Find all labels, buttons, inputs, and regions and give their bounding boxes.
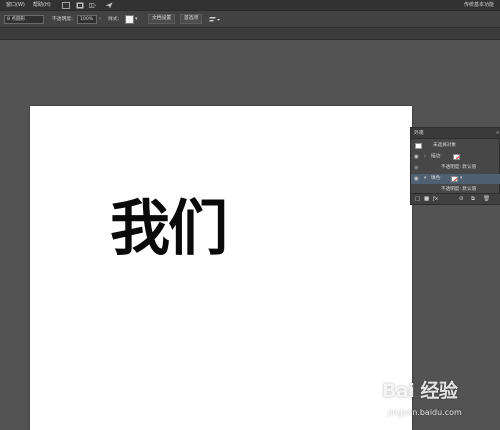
row-label: 填色: — [431, 176, 442, 181]
panel-footer: □ ■ ƒx ⊘ ⧉ 🗑 — [411, 193, 500, 204]
row-label: 描边: — [431, 154, 442, 159]
watermark-logo: Bai 经验 — [382, 380, 458, 402]
watermark-url: jingyan.baidu.com — [388, 408, 462, 417]
add-fill-icon[interactable]: ■ — [424, 196, 429, 203]
row-label: 不透明度: 默认值 — [441, 165, 477, 170]
style-swatch[interactable] — [125, 15, 134, 24]
eye-icon[interactable]: ◉ — [414, 175, 419, 183]
stock-icon[interactable] — [76, 2, 84, 9]
brush-select[interactable]: 8 点圆形 — [4, 15, 44, 24]
artboard[interactable]: 我们 — [30, 106, 412, 430]
control-bar: 8 点圆形 不透明度: 100% › 样式: ▾ 文档设置 首选项 — [0, 11, 500, 28]
delete-icon[interactable]: 🗑 — [483, 196, 490, 203]
panel-row-object[interactable]: 未选择对象 — [411, 141, 500, 151]
style-chevron-down-icon[interactable]: ▾ — [135, 15, 138, 24]
collapse-icon[interactable]: « — [496, 129, 499, 138]
document-tab-strip — [0, 28, 500, 40]
illustrator-window: 窗口(W) 帮助(H) 传统基本功能 8 点圆形 不透明度: 100% › 样式… — [0, 0, 500, 430]
style-label: 样式: — [108, 17, 120, 22]
watermark: Bai 经验 jingyan.baidu.com — [382, 372, 500, 430]
stroke-swatch[interactable] — [453, 154, 460, 160]
opacity-label: 不透明度: — [52, 17, 73, 22]
send-icon[interactable] — [105, 2, 113, 9]
menu-help[interactable]: 帮助(H) — [33, 1, 51, 9]
artboard-text[interactable]: 我们 — [110, 194, 228, 264]
panel-row-fill[interactable]: ◉ ▾ 填色: ▾ — [411, 174, 500, 184]
document-setup-button[interactable]: 文档设置 — [148, 14, 176, 24]
expand-chevron-down-icon[interactable]: ▾ — [424, 175, 426, 183]
eye-icon[interactable]: ◉ — [414, 153, 419, 161]
arrange-documents-icon[interactable] — [89, 2, 97, 9]
appearance-tab[interactable]: 外观 — [414, 129, 424, 138]
workspace-switcher[interactable]: 传统基本功能 — [464, 1, 494, 9]
menu-bar: 窗口(W) 帮助(H) 传统基本功能 — [0, 0, 500, 11]
panel-row-stroke[interactable]: ◉ › 描边: — [411, 152, 500, 162]
appearance-panel: 外观 « 未选择对象 ◉ › 描边: ◉ 不透明度: 默认值 ◉ ▾ 填色: ▾… — [410, 127, 500, 205]
align-options-icon[interactable] — [209, 16, 221, 24]
fill-swatch[interactable] — [451, 176, 458, 182]
panel-row-opacity[interactable]: ◉ 不透明度: 默认值 — [411, 163, 500, 173]
fill-chevron-down-icon[interactable]: ▾ — [460, 175, 462, 183]
object-thumbnail-icon — [415, 143, 422, 149]
opacity-chevron-icon[interactable]: › — [99, 15, 101, 24]
bridge-icon[interactable] — [62, 2, 70, 9]
preferences-button[interactable]: 首选项 — [180, 14, 203, 24]
opacity-input[interactable]: 100% — [77, 15, 97, 24]
expand-chevron-icon[interactable]: › — [424, 153, 426, 161]
add-effect-icon[interactable]: ƒx — [433, 196, 438, 203]
duplicate-item-icon[interactable]: ⧉ — [471, 196, 475, 203]
clear-appearance-icon[interactable]: ⊘ — [459, 196, 464, 203]
menu-window[interactable]: 窗口(W) — [6, 1, 25, 9]
row-label: 未选择对象 — [433, 143, 456, 148]
panel-header: 外观 « — [411, 128, 500, 139]
eye-icon[interactable]: ◉ — [414, 164, 419, 172]
add-stroke-icon[interactable]: □ — [415, 196, 420, 203]
